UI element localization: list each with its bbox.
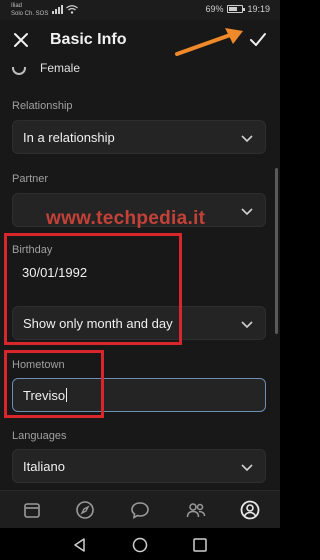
signal-icons [52,5,78,14]
bottom-tab-bar [0,490,280,528]
languages-value: Italiano [23,459,65,474]
scrollbar[interactable] [275,168,278,334]
partner-label: Partner [12,173,49,185]
battery-icon [227,5,246,13]
partner-select[interactable] [12,193,266,227]
languages-select[interactable]: Italiano [12,449,266,483]
people-icon[interactable] [186,500,206,520]
chevron-down-icon [241,321,253,329]
system-nav-bar [0,528,280,560]
chevron-down-icon [241,464,253,472]
gender-female-option[interactable]: Female [12,60,80,76]
recents-icon[interactable] [192,537,208,553]
carrier-status: Solo Ch. SOS [11,11,49,17]
hometown-highlight-box [4,350,104,418]
back-icon[interactable] [72,537,88,553]
calendar-icon[interactable] [22,500,42,520]
carrier-info: Iliad Solo Ch. SOS [11,2,48,18]
radio-label: Female [40,61,81,75]
status-right: 69% 19:19 [205,4,270,14]
signal-icon [52,5,63,14]
relationship-select[interactable]: In a relationship [12,120,266,154]
check-icon[interactable] [248,30,268,50]
home-icon[interactable] [132,537,148,553]
status-bar: Iliad Solo Ch. SOS 69% 19:19 [0,0,280,20]
chevron-down-icon [241,208,253,216]
birthday-highlight-box [4,233,182,345]
languages-label: Languages [12,430,67,442]
compass-icon[interactable] [75,500,95,520]
carrier-name: Iliad [11,3,23,9]
wifi-icon [66,5,78,14]
battery-percent: 69% [205,4,224,14]
clock: 19:19 [247,4,270,14]
close-icon[interactable] [12,31,30,49]
orange-arrow-annotation [175,28,243,56]
profile-icon[interactable] [240,500,260,520]
battery-fill [229,7,238,11]
chevron-down-icon [241,135,253,143]
relationship-label: Relationship [12,100,73,112]
page-title: Basic Info [50,31,127,48]
relationship-value: In a relationship [23,130,115,145]
chat-icon[interactable] [130,500,150,520]
radio-button[interactable] [12,67,26,75]
